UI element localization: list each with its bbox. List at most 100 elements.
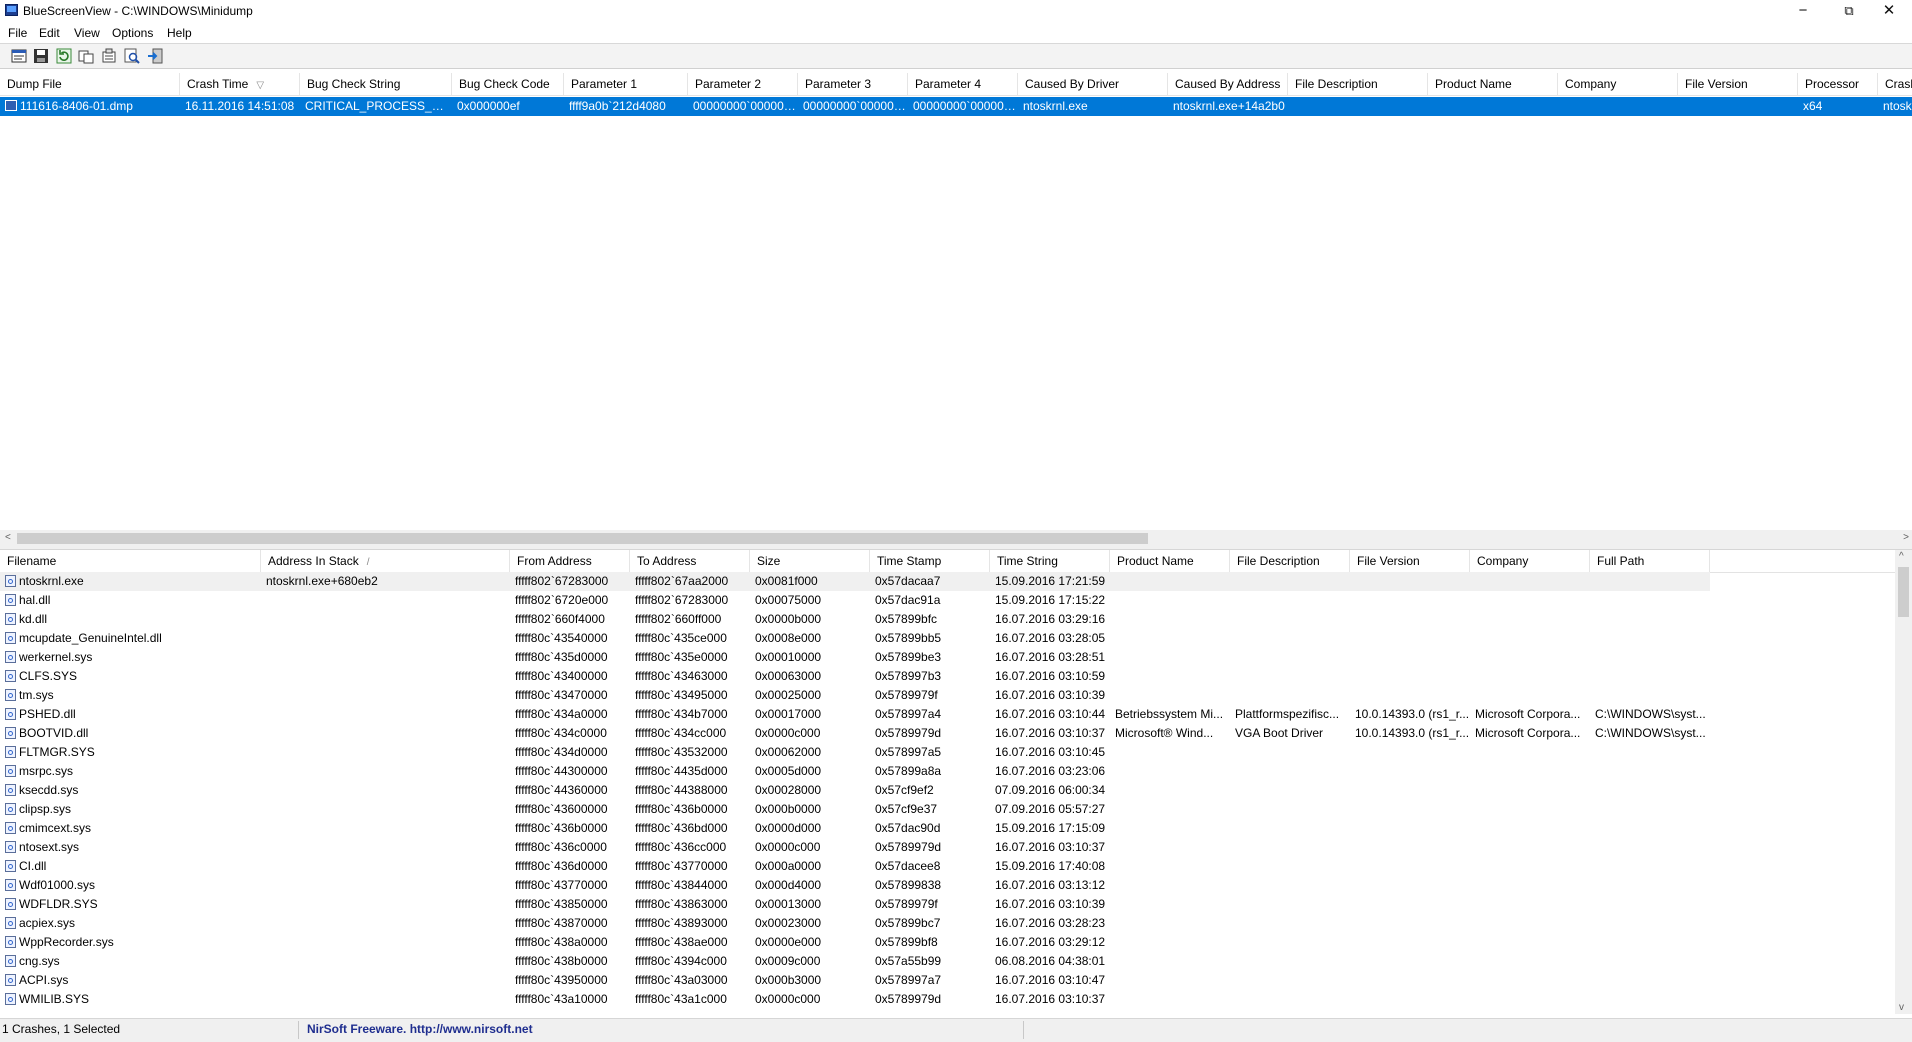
column-header-time-stamp[interactable]: Time Stamp <box>870 550 990 572</box>
column-header-size[interactable]: Size <box>750 550 870 572</box>
column-header-label: Caused By Driver <box>1025 77 1120 91</box>
table-row[interactable]: ACPI.sys fffff80c`43950000 fffff80c`43a030… <box>0 971 1710 990</box>
horizontal-scrollbar[interactable]: < > <box>0 530 1912 547</box>
menu-view[interactable]: View <box>74 26 100 40</box>
table-row[interactable]: CLFS.SYS fffff80c`43400000 fffff80c`434630… <box>0 667 1710 686</box>
cell-filename: BOOTVID.dll <box>0 724 261 743</box>
cell-from-address: fffff80c`434a0000 <box>515 707 608 721</box>
table-row[interactable]: msrpc.sys fffff80c`44300000 fffff80c`4435d… <box>0 762 1710 781</box>
cell-file-description <box>1230 819 1350 838</box>
column-header-crash-time[interactable]: Crash Time ▽ <box>180 73 300 95</box>
properties-icon[interactable] <box>11 48 27 64</box>
cell-product-name <box>1110 591 1230 610</box>
copy-icon[interactable] <box>78 48 94 64</box>
scroll-left-icon[interactable]: < <box>5 532 11 543</box>
column-header-parameter-3[interactable]: Parameter 3 <box>798 73 908 95</box>
refresh-icon[interactable] <box>56 48 72 64</box>
column-header-time-string[interactable]: Time String <box>990 550 1110 572</box>
status-count: 1 Crashes, 1 Selected <box>2 1022 121 1036</box>
menu-help[interactable]: Help <box>167 26 192 40</box>
column-header-full-path[interactable]: Full Path <box>1590 550 1710 572</box>
column-header-from-address[interactable]: From Address <box>510 550 630 572</box>
cell-size: 0x0000e000 <box>755 935 822 949</box>
column-header-file-version[interactable]: File Version <box>1350 550 1470 572</box>
column-header-processor[interactable]: Processor <box>1798 73 1878 95</box>
minimize-button[interactable]: − <box>1780 0 1826 23</box>
cell-size: 0x00023000 <box>755 916 822 930</box>
vertical-scrollbar[interactable]: ^ v <box>1895 550 1912 1014</box>
cell-size: 0x000b3000 <box>755 973 822 987</box>
cell-time-stamp: 0x5789979d <box>875 840 942 854</box>
column-header-bug-check-string[interactable]: Bug Check String <box>300 73 452 95</box>
table-row[interactable]: cmimcext.sys fffff80c`436b0000 fffff80c`43… <box>0 819 1710 838</box>
module-file-icon <box>5 822 16 834</box>
table-row[interactable]: PSHED.dll fffff80c`434a0000 fffff80c`434b7… <box>0 705 1710 724</box>
status-bar: 1 Crashes, 1 Selected NirSoft Freeware. … <box>0 1018 1912 1042</box>
table-row[interactable]: ntoskrnl.exe ntoskrnl.exe+680eb2 fffff802`… <box>0 572 1710 591</box>
table-row[interactable]: mcupdate_GenuineIntel.dll fffff80c`435400… <box>0 629 1710 648</box>
save-icon[interactable] <box>33 48 49 64</box>
table-row[interactable]: BOOTVID.dll fffff80c`434c0000 fffff80c`434… <box>0 724 1710 743</box>
column-header-file-description[interactable]: File Description <box>1288 73 1428 95</box>
menu-file[interactable]: File <box>8 26 27 40</box>
exit-icon[interactable] <box>147 48 163 64</box>
cell-file-description <box>1230 686 1350 705</box>
cell-product-name <box>1110 876 1230 895</box>
column-header-parameter-2[interactable]: Parameter 2 <box>688 73 798 95</box>
table-row[interactable]: 111616-8406-01.dmp 16.11.2016 14:51:08 CRI… <box>0 97 1912 116</box>
column-header-product-name[interactable]: Product Name <box>1110 550 1230 572</box>
column-header-file-description[interactable]: File Description <box>1230 550 1350 572</box>
column-header-caused-by-driver[interactable]: Caused By Driver <box>1018 73 1168 95</box>
column-header-label: File Version <box>1685 77 1748 91</box>
column-header-parameter-1[interactable]: Parameter 1 <box>564 73 688 95</box>
table-row[interactable]: clipsp.sys fffff80c`43600000 fffff80c`436b… <box>0 800 1710 819</box>
table-row[interactable]: cng.sys fffff80c`438b0000 fffff80c`4394c00… <box>0 952 1710 971</box>
sort-indicator-icon: ▽ <box>256 80 265 91</box>
column-header-filename[interactable]: Filename <box>0 550 261 572</box>
column-header-dump-file[interactable]: Dump File <box>0 73 180 95</box>
table-row[interactable]: FLTMGR.SYS fffff80c`434d0000 fffff80c`4353… <box>0 743 1710 762</box>
scroll-down-icon[interactable]: v <box>1899 1002 1904 1013</box>
cell-product-name <box>1110 743 1230 762</box>
column-header-bug-check-code[interactable]: Bug Check Code <box>452 73 564 95</box>
table-row[interactable]: ntosext.sys fffff80c`436c0000 fffff80c`436… <box>0 838 1710 857</box>
cell-size: 0x00025000 <box>755 688 822 702</box>
table-row[interactable]: werkernel.sys fffff80c`435d0000 fffff80c`4… <box>0 648 1710 667</box>
cell-from-address: fffff802`6720e000 <box>515 593 609 607</box>
find-icon[interactable] <box>124 48 140 64</box>
scrollbar-thumb[interactable] <box>1898 567 1909 617</box>
html-report-icon[interactable] <box>101 48 117 64</box>
scroll-right-icon[interactable]: > <box>1903 532 1909 543</box>
table-row[interactable]: ksecdd.sys fffff80c`44360000 fffff80c`4438… <box>0 781 1710 800</box>
menu-options[interactable]: Options <box>112 26 153 40</box>
close-button[interactable]: ✕ <box>1866 0 1912 23</box>
column-header-caused-by-address[interactable]: Caused By Address <box>1168 73 1288 95</box>
column-header-file-version[interactable]: File Version <box>1678 73 1798 95</box>
table-row[interactable]: WDFLDR.SYS fffff80c`43850000 fffff80c`4386… <box>0 895 1710 914</box>
column-header-address-in-stack[interactable]: Address In Stack / <box>261 550 510 572</box>
table-row[interactable]: Wdf01000.sys fffff80c`43770000 fffff80c`43… <box>0 876 1710 895</box>
cell-from-address: fffff80c`43470000 <box>515 688 608 702</box>
column-header-company[interactable]: Company <box>1558 73 1678 95</box>
cell-product-name <box>1110 686 1230 705</box>
table-row[interactable]: acpiex.sys fffff80c`43870000 fffff80c`4389… <box>0 914 1710 933</box>
nirsoft-link[interactable]: NirSoft Freeware. http://www.nirsoft.net <box>307 1022 533 1036</box>
scrollbar-thumb[interactable] <box>17 533 1148 544</box>
table-row[interactable]: tm.sys fffff80c`43470000 fffff80c`43495000… <box>0 686 1710 705</box>
table-row[interactable]: WppRecorder.sys fffff80c`438a0000 fffff80c… <box>0 933 1710 952</box>
column-header-parameter-4[interactable]: Parameter 4 <box>908 73 1018 95</box>
cell-text: BOOTVID.dll <box>19 726 89 740</box>
cell-product-name <box>1110 838 1230 857</box>
column-header-product-name[interactable]: Product Name <box>1428 73 1558 95</box>
scroll-up-icon[interactable]: ^ <box>1899 551 1904 562</box>
cell-time-stamp: 0x57899a8a <box>875 764 942 778</box>
column-header-to-address[interactable]: To Address <box>630 550 750 572</box>
menu-edit[interactable]: Edit <box>39 26 60 40</box>
table-row[interactable]: kd.dll fffff802`660f4000 fffff802`660ff000… <box>0 610 1710 629</box>
table-row[interactable]: CI.dll fffff80c`436d0000 fffff80c`43770000… <box>0 857 1710 876</box>
table-row[interactable]: WMILIB.SYS fffff80c`43a10000 fffff80c`43a1… <box>0 990 1710 1009</box>
cell-address-in-stack <box>261 591 510 610</box>
table-row[interactable]: hal.dll fffff802`6720e000 fffff802`6728300… <box>0 591 1710 610</box>
column-header-company[interactable]: Company <box>1470 550 1590 572</box>
column-header-crash[interactable]: Crash <box>1878 73 1912 95</box>
